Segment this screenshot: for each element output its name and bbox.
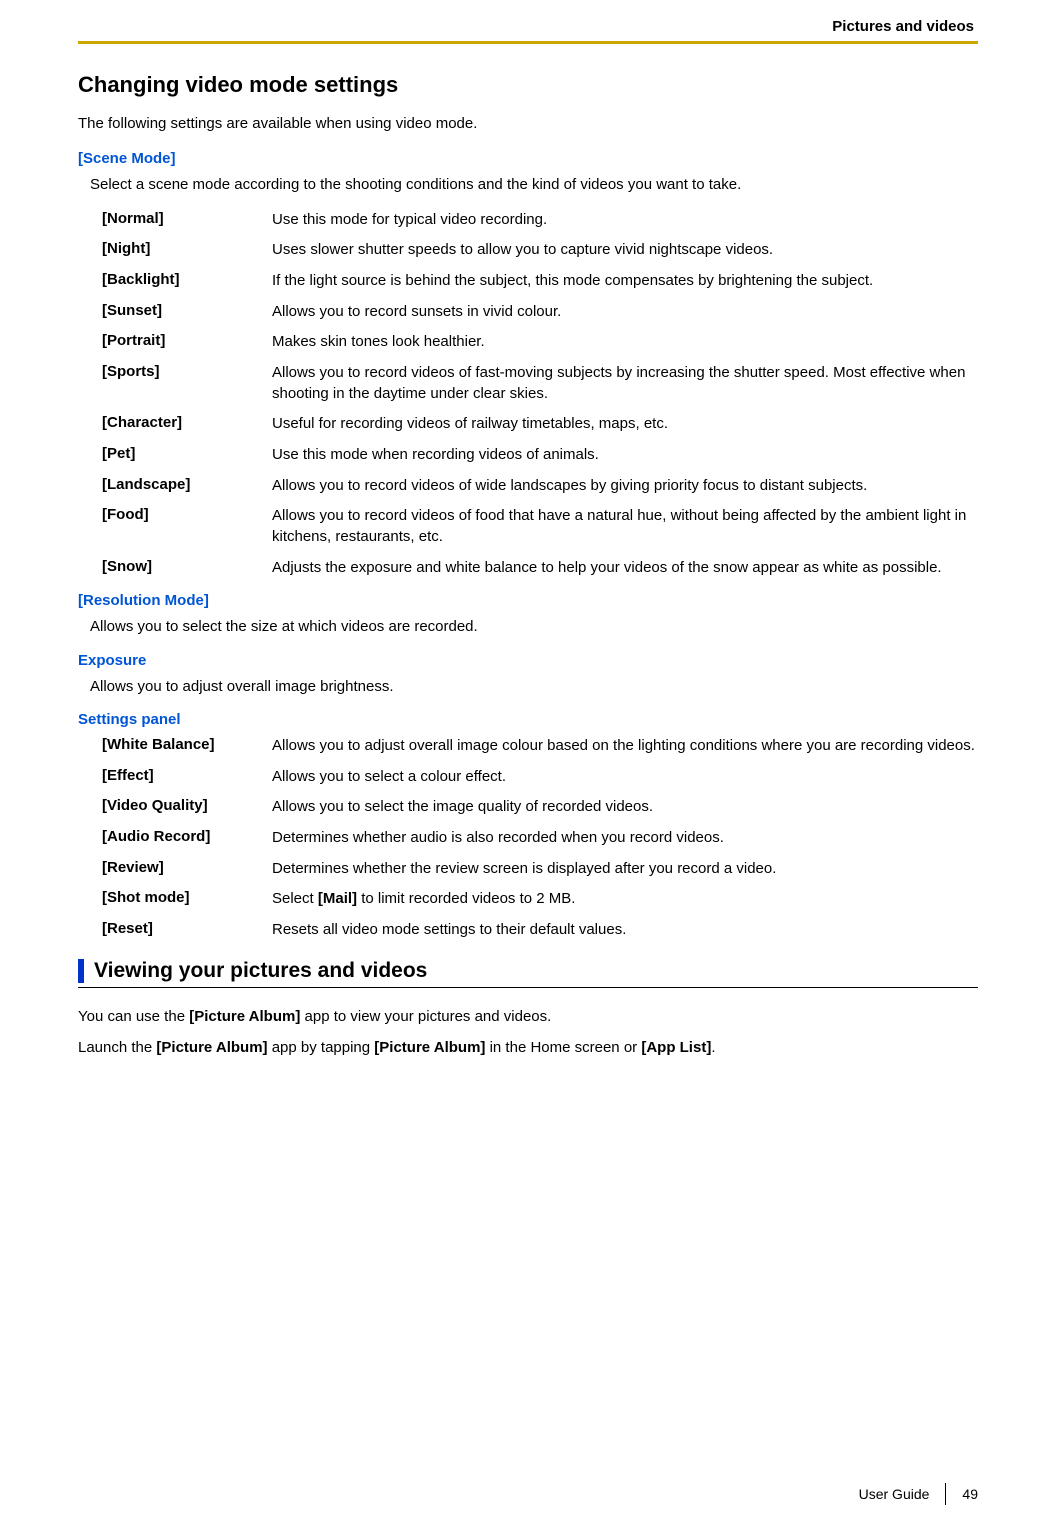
settings-desc: Allows you to select the image quality o… [272, 797, 978, 818]
scene-term: [Portrait] [102, 332, 272, 349]
scene-desc: Allows you to record sunsets in vivid co… [272, 302, 978, 323]
settings-term: [Review] [102, 859, 272, 876]
scene-desc: Allows you to record videos of fast-movi… [272, 363, 978, 404]
scene-term: [Snow] [102, 558, 272, 575]
header-rule [78, 41, 978, 44]
settings-term: [Video Quality] [102, 797, 272, 814]
settings-row-reset: [Reset] Resets all video mode settings t… [102, 920, 978, 941]
scene-mode-table: [Normal] Use this mode for typical video… [78, 210, 978, 579]
scene-term: [Sunset] [102, 302, 272, 319]
settings-row-video-quality: [Video Quality] Allows you to select the… [102, 797, 978, 818]
scene-desc: Makes skin tones look healthier. [272, 332, 978, 353]
viewing-p2: Launch the [Picture Album] app by tappin… [78, 1037, 978, 1058]
scene-term: [Backlight] [102, 271, 272, 288]
heading-changing-video-mode: Changing video mode settings [78, 72, 978, 98]
settings-row-audio-record: [Audio Record] Determines whether audio … [102, 828, 978, 849]
scene-desc: Use this mode for typical video recordin… [272, 210, 978, 231]
section-rule [78, 987, 978, 988]
scene-term: [Normal] [102, 210, 272, 227]
settings-panel-table: [White Balance] Allows you to adjust ove… [78, 736, 978, 941]
heading-exposure: Exposure [78, 652, 978, 669]
heading-resolution-mode: [Resolution Mode] [78, 592, 978, 609]
exposure-desc: Allows you to adjust overall image brigh… [78, 677, 978, 697]
settings-desc: Resets all video mode settings to their … [272, 920, 978, 941]
scene-row-normal: [Normal] Use this mode for typical video… [102, 210, 978, 231]
footer-divider [945, 1483, 946, 1505]
scene-desc: If the light source is behind the subjec… [272, 271, 978, 292]
settings-desc: Determines whether audio is also recorde… [272, 828, 978, 849]
scene-desc: Uses slower shutter speeds to allow you … [272, 240, 978, 261]
scene-desc: Adjusts the exposure and white balance t… [272, 558, 978, 579]
scene-term: [Food] [102, 506, 272, 523]
settings-desc: Allows you to select a colour effect. [272, 767, 978, 788]
heading-settings-panel: Settings panel [78, 711, 978, 728]
scene-term: [Character] [102, 414, 272, 431]
scene-desc: Use this mode when recording videos of a… [272, 445, 978, 466]
settings-term: [Shot mode] [102, 889, 272, 906]
scene-row-sports: [Sports] Allows you to record videos of … [102, 363, 978, 404]
settings-term: [Audio Record] [102, 828, 272, 845]
scene-term: [Landscape] [102, 476, 272, 493]
scene-row-backlight: [Backlight] If the light source is behin… [102, 271, 978, 292]
settings-row-review: [Review] Determines whether the review s… [102, 859, 978, 880]
scene-row-food: [Food] Allows you to record videos of fo… [102, 506, 978, 547]
settings-term: [Effect] [102, 767, 272, 784]
scene-mode-desc: Select a scene mode according to the sho… [78, 175, 978, 195]
settings-desc: Determines whether the review screen is … [272, 859, 978, 880]
scene-term: [Sports] [102, 363, 272, 380]
scene-desc: Useful for recording videos of railway t… [272, 414, 978, 435]
scene-row-portrait: [Portrait] Makes skin tones look healthi… [102, 332, 978, 353]
scene-term: [Night] [102, 240, 272, 257]
scene-row-snow: [Snow] Adjusts the exposure and white ba… [102, 558, 978, 579]
scene-row-pet: [Pet] Use this mode when recording video… [102, 445, 978, 466]
footer-label: User Guide [859, 1486, 930, 1502]
scene-row-night: [Night] Uses slower shutter speeds to al… [102, 240, 978, 261]
settings-term: [White Balance] [102, 736, 272, 753]
scene-desc: Allows you to record videos of wide land… [272, 476, 978, 497]
heading-scene-mode: [Scene Mode] [78, 150, 978, 167]
scene-row-character: [Character] Useful for recording videos … [102, 414, 978, 435]
scene-term: [Pet] [102, 445, 272, 462]
settings-row-shot-mode: [Shot mode] Select [Mail] to limit recor… [102, 889, 978, 910]
settings-desc: Select [Mail] to limit recorded videos t… [272, 889, 978, 910]
page-header-section: Pictures and videos [78, 18, 978, 41]
scene-row-sunset: [Sunset] Allows you to record sunsets in… [102, 302, 978, 323]
intro-text: The following settings are available whe… [78, 114, 978, 134]
resolution-mode-desc: Allows you to select the size at which v… [78, 617, 978, 637]
scene-row-landscape: [Landscape] Allows you to record videos … [102, 476, 978, 497]
settings-term: [Reset] [102, 920, 272, 937]
scene-desc: Allows you to record videos of food that… [272, 506, 978, 547]
heading-viewing-pictures: Viewing your pictures and videos [78, 959, 978, 983]
settings-desc: Allows you to adjust overall image colou… [272, 736, 978, 757]
page-footer: User Guide 49 [859, 1483, 978, 1505]
settings-row-white-balance: [White Balance] Allows you to adjust ove… [102, 736, 978, 757]
footer-page-number: 49 [962, 1486, 978, 1502]
viewing-p1: You can use the [Picture Album] app to v… [78, 1006, 978, 1027]
settings-row-effect: [Effect] Allows you to select a colour e… [102, 767, 978, 788]
